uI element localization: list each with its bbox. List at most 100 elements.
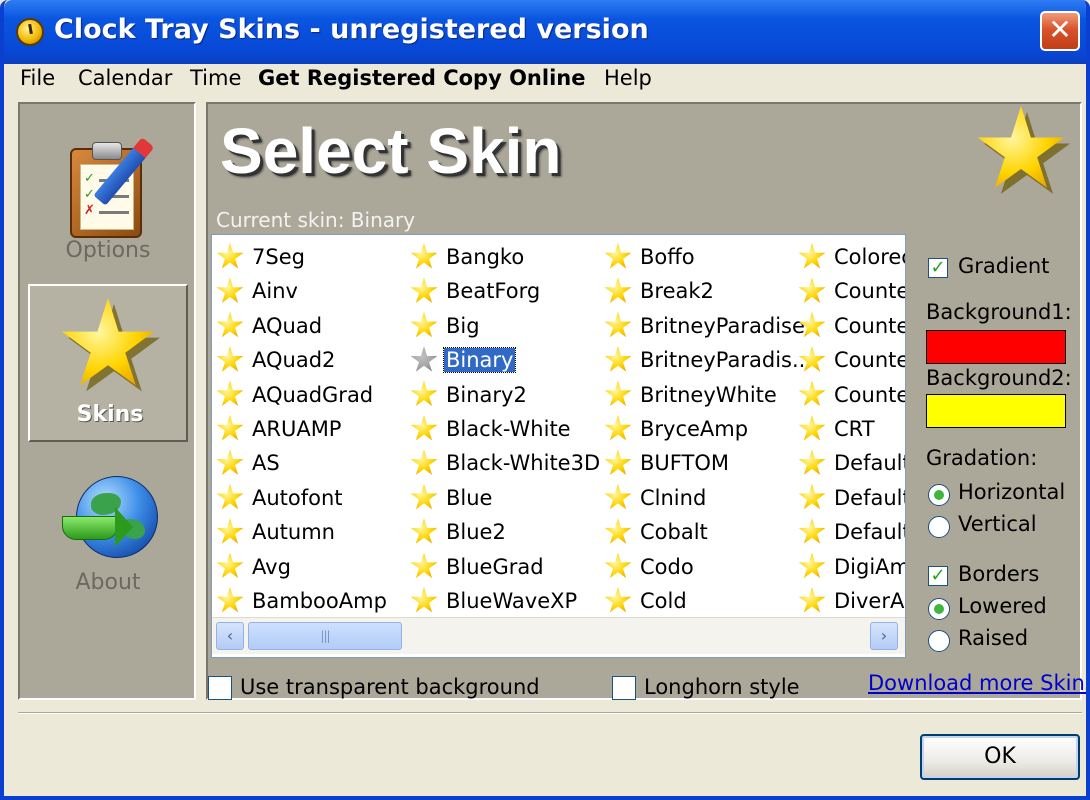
gradation-label: Gradation: (926, 446, 1038, 470)
star-icon (410, 586, 438, 613)
menu-help[interactable]: Help (604, 66, 652, 90)
skin-name: Avg (252, 554, 291, 579)
skin-name: ARUAMP (252, 416, 342, 441)
gradient-checkbox[interactable]: ✓ (928, 258, 948, 278)
star-icon (216, 380, 244, 407)
longhorn-style-checkbox[interactable] (612, 676, 636, 700)
scroll-right-button[interactable]: › (870, 622, 898, 650)
raised-radio[interactable] (928, 630, 950, 652)
skin-name: BritneyParadis... (640, 348, 812, 373)
skin-name: Break2 (640, 279, 714, 304)
star-icon (798, 483, 826, 510)
skin-name: Big (446, 313, 480, 338)
skin-name: BlueWaveXP (446, 588, 578, 613)
star-icon (216, 552, 244, 578)
borders-checkbox[interactable]: ✓ (928, 566, 948, 586)
star-icon (216, 311, 244, 338)
skin-name: Boffo (640, 245, 695, 269)
skin-name: DigiAm (834, 554, 906, 579)
skin-name: Default (834, 451, 906, 476)
star-icon (604, 449, 632, 475)
star-icon (798, 243, 826, 269)
menu-calendar[interactable]: Calendar (78, 66, 172, 90)
sidebar-item-label: Options (65, 238, 151, 263)
skin-name: Bangko (446, 245, 525, 269)
star-icon (410, 277, 438, 303)
star-icon (216, 518, 244, 544)
star-icon (604, 552, 632, 578)
skin-name: BUFTOM (640, 451, 729, 476)
sidebar-item-label: About (75, 570, 141, 595)
star-icon (216, 414, 244, 441)
background1-color-swatch[interactable] (926, 330, 1066, 364)
close-button[interactable]: ✕ (1040, 11, 1080, 51)
star-icon (410, 518, 438, 544)
transparent-background-checkbox[interactable] (208, 676, 232, 700)
horizontal-scrollbar[interactable]: ‹ ||| › (212, 617, 905, 654)
skin-name: DiverAr (834, 588, 906, 613)
skin-name: BlueGrad (446, 554, 544, 579)
horizontal-radio[interactable] (928, 484, 950, 506)
sidebar-item-options[interactable]: ✓ ✓ ✗ Options (28, 118, 188, 276)
menu-get-registered[interactable]: Get Registered Copy Online (258, 66, 585, 90)
skin-list[interactable]: 7Seg Ainv AQuad AQuad2 AQuadGrad ARUAMP AS Auto… (211, 234, 906, 658)
title-bar[interactable]: Clock Tray Skins - unregistered version … (4, 0, 1086, 64)
ok-button[interactable]: OK (920, 734, 1080, 780)
background1-label: Background1: (926, 300, 1072, 324)
skin-name: Codo (640, 554, 694, 579)
skin-name: BryceAmp (640, 416, 749, 441)
star-icon (798, 552, 826, 578)
star-icon (410, 311, 438, 338)
star-icon (798, 380, 826, 407)
skin-name: Default (834, 485, 906, 510)
star-icon (604, 346, 632, 372)
skin-name: Black-White (446, 416, 571, 441)
star-icon (604, 586, 632, 613)
transparent-background-label: Use transparent background (240, 675, 540, 699)
current-skin-label: Current skin: Binary (216, 208, 416, 232)
skin-name: BritneyWhite (640, 382, 777, 407)
skin-name: Binary2 (446, 382, 527, 407)
sidebar-item-about[interactable]: About (28, 452, 188, 610)
scroll-thumb[interactable]: ||| (248, 622, 402, 650)
star-icon (216, 449, 244, 475)
skin-name: BeatForg (446, 279, 541, 304)
star-icon (410, 414, 438, 441)
star-icon (216, 586, 244, 613)
star-icon (604, 414, 632, 441)
vertical-radio[interactable] (928, 516, 950, 538)
star-icon (604, 483, 632, 510)
sidebar-item-skins[interactable]: Skins (28, 284, 188, 442)
star-icon (798, 586, 826, 613)
vertical-label: Vertical (958, 512, 1037, 536)
skin-name: BambooAmp (252, 588, 387, 613)
download-skins-link[interactable]: Download more Skins (868, 671, 1086, 695)
star-icon (798, 518, 826, 544)
star-icon (604, 243, 632, 269)
star-icon (216, 483, 244, 510)
skin-name: Counte (834, 279, 906, 304)
skin-name: Black-White3D (446, 451, 601, 476)
background2-color-swatch[interactable] (926, 394, 1066, 428)
star-icon (798, 414, 826, 441)
star-icon (604, 518, 632, 544)
skin-name: Cold (640, 588, 687, 613)
scroll-left-button[interactable]: ‹ (216, 622, 244, 650)
gradient-label: Gradient (958, 254, 1050, 278)
skin-name: Counte (834, 382, 906, 407)
star-icon (604, 277, 632, 303)
star-icon (216, 346, 244, 372)
skin-name: Counte (834, 348, 906, 373)
skin-name: Autofont (252, 485, 343, 510)
skin-name: AQuad (252, 313, 323, 338)
menu-file[interactable]: File (20, 66, 55, 90)
clock-icon[interactable] (16, 18, 44, 46)
menu-time[interactable]: Time (190, 66, 241, 90)
star-icon (410, 552, 438, 578)
longhorn-style-label: Longhorn style (644, 675, 800, 699)
skin-name: Cobalt (640, 520, 708, 545)
skin-name: Clnind (640, 485, 707, 510)
skin-name: BritneyParadise (640, 313, 805, 338)
lowered-radio[interactable] (928, 598, 950, 620)
star-icon (604, 311, 632, 338)
